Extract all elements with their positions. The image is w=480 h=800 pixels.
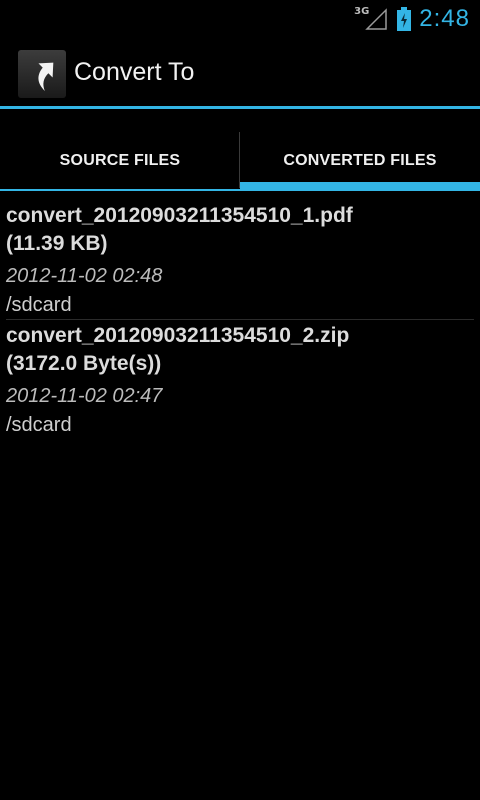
battery-charging-icon xyxy=(397,7,412,31)
file-date: 2012-11-02 02:47 xyxy=(6,385,163,407)
app-icon[interactable] xyxy=(18,50,66,98)
status-bar: 3G 2:48 xyxy=(0,0,480,38)
file-date: 2012-11-02 02:48 xyxy=(6,265,163,287)
file-name: convert_20120903211354510_2.zip xyxy=(6,324,350,347)
tab-source-files[interactable]: SOURCE FILES xyxy=(0,130,240,192)
list-item[interactable]: convert_20120903211354510_1.pdf (11.39 K… xyxy=(0,200,480,320)
file-path: /sdcard xyxy=(6,414,72,436)
page-title: Convert To xyxy=(74,58,195,86)
clock: 2:48 xyxy=(419,5,470,32)
status-icons: 3G 2:48 xyxy=(354,0,470,38)
file-size: (11.39 KB) xyxy=(6,232,108,255)
file-name: convert_20120903211354510_1.pdf xyxy=(6,204,353,227)
file-list: convert_20120903211354510_1.pdf (11.39 K… xyxy=(0,200,480,440)
list-item[interactable]: convert_20120903211354510_2.zip (3172.0 … xyxy=(0,320,480,440)
selected-tab-indicator xyxy=(240,182,480,191)
file-size: (3172.0 Byte(s)) xyxy=(6,352,162,375)
share-arrow-icon xyxy=(38,62,54,91)
network-type-label: 3G xyxy=(354,5,370,17)
action-bar-divider xyxy=(0,106,480,109)
file-path: /sdcard xyxy=(6,294,72,316)
action-bar: Convert To xyxy=(0,38,480,107)
